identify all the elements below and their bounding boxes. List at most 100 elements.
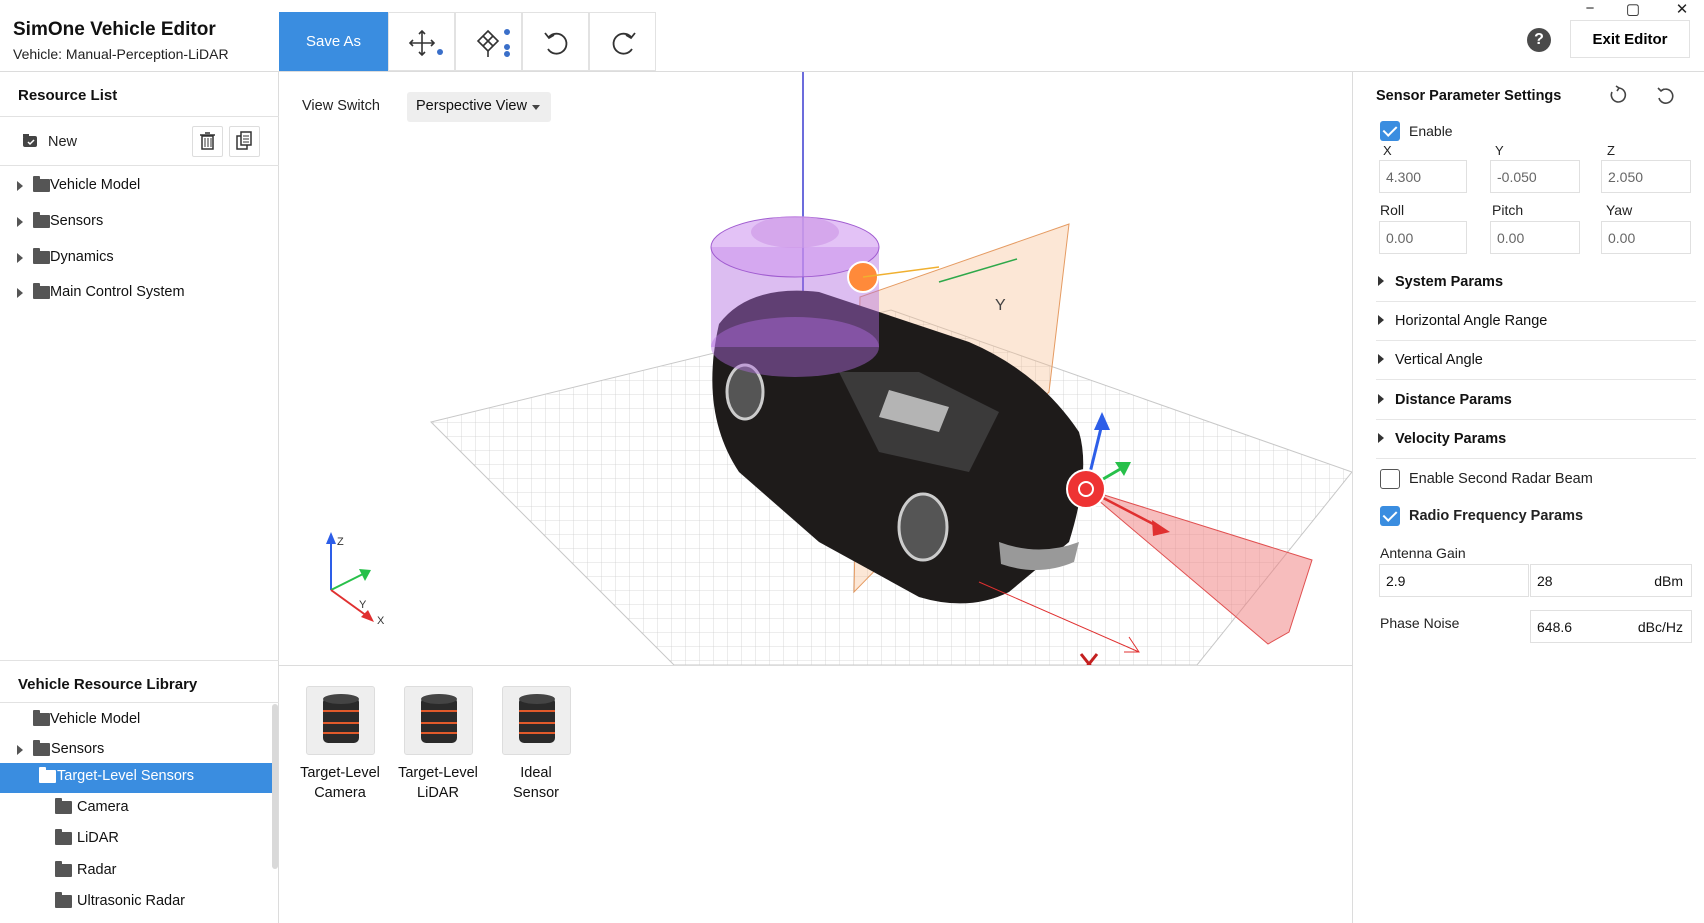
expand-arrow-icon[interactable]	[17, 181, 23, 191]
move-tool-button[interactable]	[388, 12, 455, 71]
help-icon[interactable]: ?	[1527, 28, 1551, 52]
section-velocity-params[interactable]: Velocity Params	[1376, 421, 1696, 459]
axis-x-label: X	[377, 615, 385, 627]
pitch-input[interactable]: 0.00	[1490, 221, 1580, 254]
library-card-target-level-camera[interactable]: Target-Level Camera	[290, 686, 390, 803]
resource-list-title: Resource List	[18, 87, 118, 104]
app-title: SimOne Vehicle Editor	[13, 19, 216, 40]
exit-editor-button[interactable]: Exit Editor	[1570, 20, 1690, 58]
new-resource-button[interactable]: New	[18, 127, 168, 157]
undo-icon	[544, 32, 568, 55]
tree-item-label: Ultrasonic Radar	[77, 893, 185, 909]
library-scrollbar[interactable]	[272, 704, 278, 869]
library-item-radar[interactable]: Radar	[0, 857, 272, 887]
divider	[0, 116, 279, 117]
delete-button[interactable]	[192, 126, 223, 157]
axis-y-label: Y	[359, 599, 367, 611]
scene-canvas[interactable]: Y Z Y X	[279, 72, 1352, 665]
divider	[0, 702, 279, 703]
library-items-panel: Target-Level Camera Target-Level LiDAR Ide…	[279, 665, 1352, 923]
folder-icon	[33, 283, 50, 299]
section-label: Distance Params	[1395, 392, 1512, 408]
minimize-icon[interactable]: −	[1580, 0, 1600, 17]
undo-button[interactable]	[522, 12, 589, 71]
divider	[0, 660, 279, 661]
tree-item-label: LiDAR	[77, 830, 119, 846]
library-item-camera[interactable]: Camera	[0, 794, 272, 824]
tree-item-vehicle-model[interactable]: Vehicle Model	[0, 172, 272, 202]
enable-label: Enable	[1409, 123, 1453, 139]
section-label: Horizontal Angle Range	[1395, 313, 1548, 329]
node-tool-button[interactable]	[455, 12, 522, 71]
library-card-target-level-lidar[interactable]: Target-Level LiDAR	[388, 686, 488, 803]
3d-viewport[interactable]: Y Z Y X View Switch Perspective View	[279, 72, 1352, 665]
library-item-target-level-sensors[interactable]: Target-Level Sensors	[0, 763, 272, 793]
gizmo-y-label: Y	[995, 297, 1006, 314]
redo-icon	[612, 32, 636, 55]
x-input[interactable]: 4.300	[1379, 160, 1467, 193]
library-card-line1: Target-Level	[300, 765, 380, 781]
vehicle-name: Vehicle: Manual-Perception-LiDAR	[13, 46, 229, 62]
z-input[interactable]: 2.050	[1601, 160, 1691, 193]
library-item-lidar[interactable]: LiDAR	[0, 825, 272, 855]
section-system-params[interactable]: System Params	[1376, 264, 1696, 302]
section-distance-params[interactable]: Distance Params	[1376, 382, 1696, 420]
z-label: Z	[1607, 143, 1615, 158]
y-input[interactable]: -0.050	[1490, 160, 1580, 193]
expand-arrow-icon	[1378, 315, 1384, 325]
lidar-range-cylinder	[710, 216, 880, 377]
library-card-line2: LiDAR	[417, 785, 459, 801]
phase-noise-value: 648.6	[1537, 619, 1573, 635]
folder-icon	[55, 892, 72, 908]
library-item-sensors[interactable]: Sensors	[0, 736, 272, 766]
second-radar-beam-label: Enable Second Radar Beam	[1409, 471, 1593, 487]
copy-button[interactable]	[229, 126, 260, 157]
library-item-vehicle-model[interactable]: Vehicle Model	[0, 706, 272, 736]
view-switch-label: View Switch	[302, 98, 380, 114]
antenna-gain-input[interactable]: 2.9	[1379, 564, 1529, 597]
roll-label: Roll	[1380, 202, 1405, 218]
close-icon[interactable]: ✕	[1672, 0, 1692, 18]
y-label: Y	[1495, 143, 1504, 158]
tree-item-dynamics[interactable]: Dynamics	[0, 244, 272, 274]
folder-icon	[33, 176, 50, 192]
tree-item-label: Sensors	[50, 213, 104, 229]
tree-item-sensors[interactable]: Sensors	[0, 208, 272, 238]
folder-icon	[33, 248, 50, 264]
expand-arrow-icon[interactable]	[17, 745, 23, 755]
radar-sensor-marker[interactable]	[1066, 469, 1106, 509]
antenna-gain-label: Antenna Gain	[1380, 545, 1466, 561]
redo-button[interactable]	[589, 12, 656, 71]
save-as-button[interactable]: Save As	[279, 12, 388, 71]
rf-params-checkbox[interactable]	[1380, 506, 1400, 526]
expand-arrow-icon[interactable]	[17, 217, 23, 227]
yaw-input[interactable]: 0.00	[1601, 221, 1691, 254]
new-folder-icon	[23, 134, 37, 147]
library-card-ideal-sensor[interactable]: Ideal Sensor	[486, 686, 586, 803]
section-horizontal-angle-range[interactable]: Horizontal Angle Range	[1376, 303, 1696, 341]
sensor-cylinder-icon	[501, 686, 571, 755]
expand-arrow-icon[interactable]	[17, 253, 23, 263]
enable-checkbox[interactable]	[1380, 121, 1400, 141]
roll-input[interactable]: 0.00	[1379, 221, 1467, 254]
tree-item-label: Main Control System	[50, 284, 185, 300]
expand-arrow-icon	[1378, 276, 1384, 286]
library-item-ultrasonic-radar[interactable]: Ultrasonic Radar	[0, 888, 272, 918]
view-mode-dropdown[interactable]: Perspective View	[407, 92, 551, 122]
section-label: System Params	[1395, 274, 1504, 290]
antenna-gain-value-2: 28	[1537, 573, 1553, 589]
undo-icon[interactable]	[1655, 85, 1675, 105]
expand-arrow-icon	[1378, 394, 1384, 404]
reset-icon[interactable]	[1607, 85, 1627, 105]
antenna-gain-input-2[interactable]: 28 dBm	[1530, 564, 1692, 597]
section-vertical-angle[interactable]: Vertical Angle	[1376, 342, 1696, 380]
tree-item-main-control-system[interactable]: Main Control System	[0, 279, 272, 309]
phase-noise-input[interactable]: 648.6 dBc/Hz	[1530, 610, 1692, 643]
expand-arrow-icon[interactable]	[17, 288, 23, 298]
restore-icon[interactable]: ▢	[1623, 0, 1643, 18]
second-radar-beam-checkbox[interactable]	[1380, 469, 1400, 489]
node-transform-icon	[476, 29, 510, 57]
rf-params-label: Radio Frequency Params	[1409, 508, 1584, 524]
expand-arrow-icon	[1378, 433, 1384, 443]
x-label: X	[1383, 143, 1392, 158]
